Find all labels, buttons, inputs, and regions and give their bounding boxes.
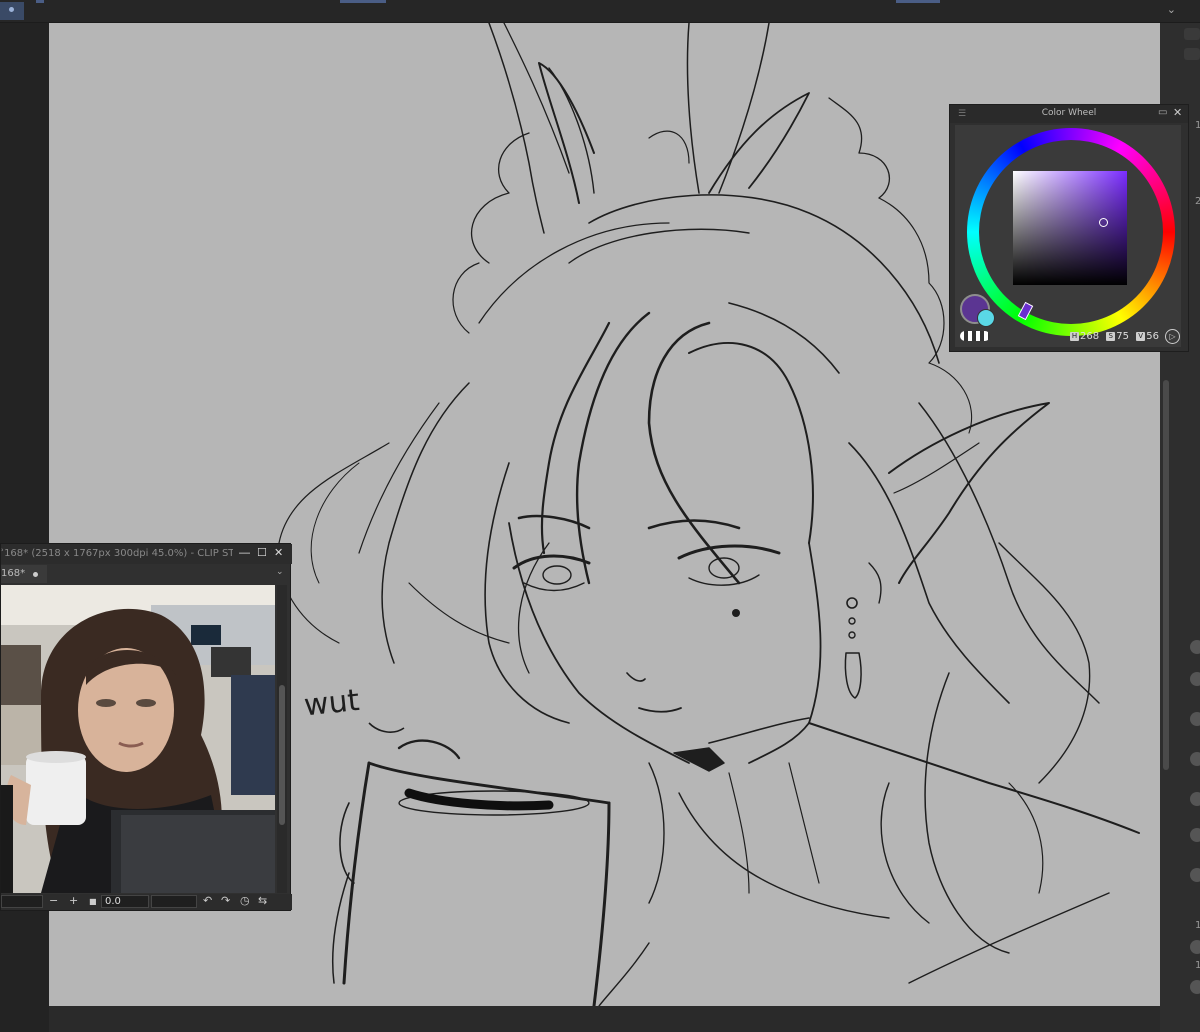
color-mode-icon[interactable]: ▷: [1165, 329, 1180, 344]
sub-window-toolbar: − + ■ 0.0 ↶ ↷ ◷ ⇆: [1, 894, 292, 910]
layer-visibility-icon[interactable]: [1190, 828, 1200, 842]
scrollbar-thumb[interactable]: [279, 685, 285, 825]
close-icon[interactable]: ✕: [1173, 106, 1182, 119]
color-wheel-titlebar[interactable]: ☰ Color Wheel ▭ ✕: [950, 105, 1188, 123]
canvas-tab[interactable]: [0, 2, 24, 20]
sub-color-swatch[interactable]: [977, 309, 995, 327]
chevron-down-icon[interactable]: ⌄: [1167, 3, 1176, 16]
saturation-label: S: [1106, 332, 1116, 341]
dock-number: 1: [1195, 960, 1200, 971]
color-wheel-body: H 268 S 75 V 56 ▷: [955, 125, 1181, 347]
sub-window-scrollbar[interactable]: [277, 585, 287, 893]
rotation-slider[interactable]: [151, 895, 197, 908]
tab-label: 168*: [1, 568, 26, 579]
unsaved-dot-icon: [33, 572, 38, 577]
chevron-down-icon[interactable]: ⌄: [276, 567, 284, 577]
sub-window-titlebar[interactable]: ʾ168* (2518 x 1767px 300dpi 45.0%) - CLI…: [1, 544, 292, 564]
tab-accent: [340, 0, 386, 3]
minimize-icon[interactable]: ▭: [1158, 107, 1167, 118]
rotation-field[interactable]: 0.0: [101, 895, 149, 908]
flip-horizontal-icon[interactable]: ⇆: [258, 894, 267, 907]
panel-menu-icon[interactable]: [1184, 28, 1200, 40]
handwritten-annotation: wut: [302, 683, 361, 724]
canvas-scrollbar[interactable]: [1163, 380, 1169, 770]
tab-accent: [36, 0, 44, 3]
maximize-icon[interactable]: ☐: [257, 546, 267, 559]
layer-visibility-icon[interactable]: [1190, 940, 1200, 954]
panel-title: Color Wheel: [1041, 108, 1097, 118]
close-icon[interactable]: ✕: [274, 546, 283, 559]
sub-view-window: ʾ168* (2518 x 1767px 300dpi 45.0%) - CLI…: [0, 543, 292, 911]
panel-menu-icon[interactable]: [1184, 48, 1200, 60]
layer-visibility-icon[interactable]: [1190, 980, 1200, 994]
layer-visibility-icon[interactable]: [1190, 792, 1200, 806]
sub-window-tab[interactable]: 168*: [1, 565, 47, 583]
color-wheel-panel: ☰ Color Wheel ▭ ✕ H 268 S 75 V 56 ▷: [949, 104, 1189, 352]
saturation-value-square[interactable]: [1013, 171, 1127, 285]
layer-visibility-icon[interactable]: [1190, 672, 1200, 686]
transparent-color-swatch[interactable]: [960, 331, 990, 341]
brightness-value[interactable]: 56: [1146, 331, 1159, 342]
layer-visibility-icon[interactable]: [1190, 712, 1200, 726]
hue-label: H: [1070, 332, 1079, 341]
sv-cursor[interactable]: [1099, 218, 1108, 227]
value-label: V: [1136, 332, 1146, 341]
stop-icon[interactable]: ■: [89, 897, 97, 906]
layer-visibility-icon[interactable]: [1190, 640, 1200, 654]
layer-visibility-icon[interactable]: [1190, 868, 1200, 882]
saturation-value[interactable]: 75: [1116, 331, 1129, 342]
hue-value[interactable]: 268: [1080, 331, 1099, 342]
top-tab-bar: ⌄: [0, 0, 1200, 23]
status-area: [49, 1006, 1160, 1032]
layer-visibility-icon[interactable]: [1190, 752, 1200, 766]
reference-photo: [1, 585, 275, 893]
sub-window-title: ʾ168* (2518 x 1767px 300dpi 45.0%) - CLI…: [1, 548, 233, 559]
tab-dot-icon: [9, 7, 14, 12]
zoom-in-icon[interactable]: +: [69, 894, 78, 907]
dock-number: 2: [1195, 196, 1200, 207]
zoom-out-icon[interactable]: −: [49, 894, 58, 907]
minimize-icon[interactable]: ―: [239, 546, 250, 559]
dock-number: 1: [1195, 120, 1200, 131]
rotate-left-icon[interactable]: ↶: [203, 894, 212, 907]
rotate-right-icon[interactable]: ↷: [221, 894, 230, 907]
hsv-values: H 268 S 75 V 56: [1070, 331, 1163, 342]
reset-rotation-icon[interactable]: ◷: [240, 894, 250, 907]
tab-accent: [896, 0, 940, 3]
dock-number: 1: [1195, 920, 1200, 931]
zoom-field[interactable]: [1, 895, 43, 908]
